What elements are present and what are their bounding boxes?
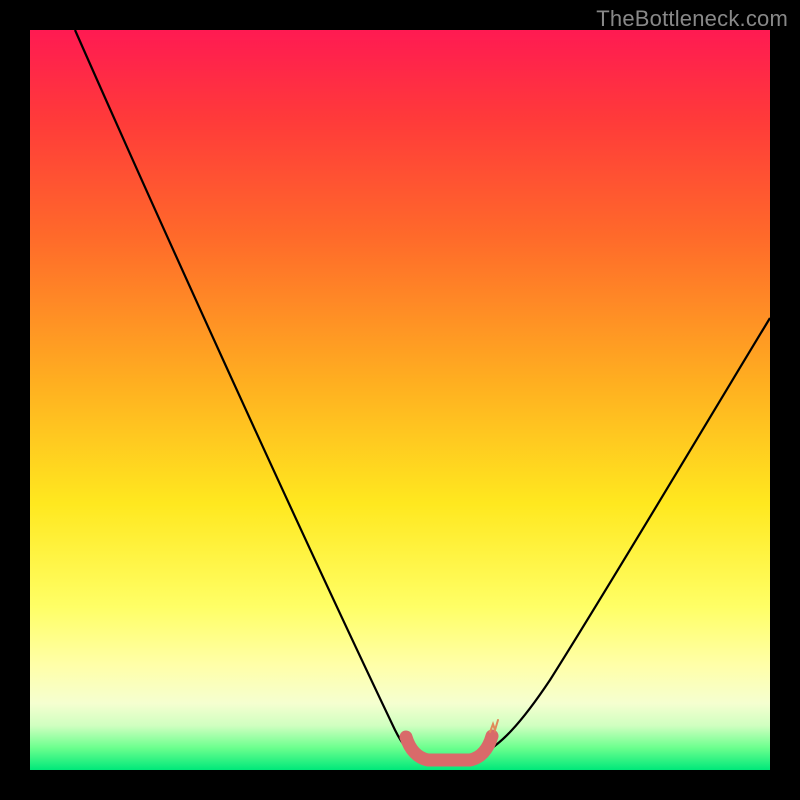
bottleneck-curve-left xyxy=(75,30,418,756)
bottleneck-curve-right xyxy=(482,318,770,754)
curve-group xyxy=(75,30,770,760)
chart-svg xyxy=(30,30,770,770)
watermark-text: TheBottleneck.com xyxy=(596,6,788,32)
plot-area xyxy=(30,30,770,770)
optimal-band xyxy=(406,736,492,760)
chart-frame: TheBottleneck.com xyxy=(0,0,800,800)
